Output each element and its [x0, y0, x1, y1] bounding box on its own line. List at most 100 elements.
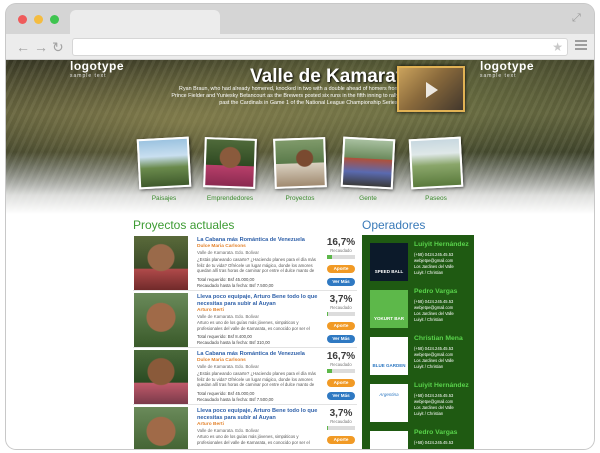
project-percent-label: Recaudado [330, 305, 352, 310]
operator-email[interactable]: webjetpe@gmail.com [414, 305, 453, 310]
logo-left-title: logotype [70, 60, 124, 73]
operator-place: Luiyit / Christian [414, 317, 444, 322]
back-arrow-icon[interactable]: ← [16, 39, 30, 55]
people-image [342, 138, 394, 188]
category-label-gente[interactable]: Gente [333, 195, 403, 202]
category-label-emprendedores[interactable]: Emprendedores [195, 195, 265, 202]
aporte-button[interactable]: Aporte [327, 379, 355, 387]
project-goal: Total requerido: Bsf 45.000,00 [197, 277, 255, 282]
project-title[interactable]: Lleva poco equipaje, Arturo Bene todo lo… [197, 294, 319, 308]
category-photo-proyectos[interactable] [273, 137, 327, 189]
category-photo-paisajes[interactable] [136, 136, 192, 190]
speed-ball-logo[interactable]: SPEED BALL [370, 243, 408, 281]
progress-fill [327, 369, 332, 373]
operator-address: Los Jardines del Valle [414, 405, 454, 410]
operators-panel: SPEED BALL Luiyit Hernández (+58) 0424.2… [362, 235, 474, 449]
project-card: Lleva poco equipaje, Arturo Bene todo lo… [133, 406, 357, 449]
close-window-button[interactable] [18, 15, 27, 24]
portrait-image [205, 139, 255, 187]
project-photo[interactable] [134, 350, 188, 404]
minimize-window-button[interactable] [34, 15, 43, 24]
video-thumbnail[interactable] [397, 66, 465, 112]
aporte-button[interactable]: Aporte [327, 436, 355, 444]
project-card: La Cabana más Romántica de Venezuela Dul… [133, 349, 357, 405]
project-title[interactable]: La Cabana más Romántica de Venezuela [197, 237, 319, 244]
operator-item[interactable]: Argentina Luiyit Hernández (+58) 0424.24… [362, 380, 474, 427]
operator-phone: (+58) 0424.245.45.53 [414, 252, 454, 257]
reload-icon[interactable]: ↻ [52, 39, 64, 55]
projects-list: La Cabana más Romántica de Venezuela Dul… [133, 235, 357, 449]
project-card: La Cabana más Romántica de Venezuela Dul… [133, 235, 357, 291]
operator-phone: (+58) 0424.245.45.53 [414, 299, 454, 304]
operator-name[interactable]: Luiyit Hernández [414, 241, 469, 248]
project-raised: Recaudado hasta la fecha: Bsf 7.500,00 [197, 397, 274, 402]
aporte-button[interactable]: Aporte [327, 265, 355, 273]
project-percent-label: Recaudado [330, 419, 352, 424]
landscape-image [138, 138, 190, 188]
project-text: Arturo es uno de los guías más jóvenes, … [197, 434, 310, 445]
browser-toolbar: ← → ↻ ★ [6, 34, 594, 60]
operator-logo[interactable] [370, 431, 408, 449]
project-author: Dulce Maria Carlsons [197, 358, 246, 363]
operator-name[interactable]: Luiyit Hernández [414, 382, 469, 389]
progress-fill [327, 255, 332, 259]
ver-mas-button[interactable]: Ver Más [327, 335, 355, 343]
operator-email[interactable]: webjetpe@gmail.com [414, 399, 453, 404]
operator-name[interactable]: Pedro Vargas [414, 429, 457, 436]
project-photo[interactable] [134, 407, 188, 449]
project-percent-label: Recaudado [330, 248, 352, 253]
project-percent: 3,7% [329, 408, 353, 419]
category-label-paisajes[interactable]: Paisajes [129, 195, 199, 202]
project-photo[interactable] [134, 293, 188, 347]
forward-arrow-icon[interactable]: → [34, 39, 48, 55]
project-progress-bar [327, 369, 355, 373]
address-bar[interactable]: ★ [72, 38, 568, 56]
operator-item[interactable]: SPEED BALL Luiyit Hernández (+58) 0424.2… [362, 239, 474, 286]
operator-item[interactable]: Pedro Vargas (+58) 0424.245.45.53 [362, 427, 474, 449]
logo-left[interactable]: logotype sample text [70, 60, 124, 79]
operator-name[interactable]: Christian Mena [414, 335, 463, 342]
argentina-logo[interactable]: Argentina [370, 384, 408, 422]
operator-name[interactable]: Pedro Vargas [414, 288, 457, 295]
fullscreen-icon[interactable]: ⤢ [572, 12, 584, 24]
bookmark-star-icon[interactable]: ★ [552, 39, 563, 55]
category-label-paseos[interactable]: Paseos [401, 195, 471, 202]
ver-mas-button[interactable]: Ver Más [327, 392, 355, 400]
maximize-window-button[interactable] [50, 15, 59, 24]
project-percent-label: Recaudado [330, 362, 352, 367]
project-author: Dulce Maria Carlsons [197, 244, 246, 249]
project-goal: Total requerido: Bsf 8.400,00 [197, 334, 252, 339]
project-author: Arturo Berti [197, 308, 224, 313]
play-icon[interactable] [426, 82, 438, 98]
logo-right-title: logotype [480, 60, 534, 73]
operator-logo-text: Argentina [379, 392, 399, 397]
category-photo-emprendedores[interactable] [203, 137, 257, 189]
project-place: Valle de Kamarata. Edo. Bolivar [197, 428, 259, 433]
project-text: ¿Estás planeando casarte? ¿Haciendo plan… [197, 257, 316, 274]
operator-item[interactable]: YOKURT BAR Pedro Vargas (+58) 0424.245.4… [362, 286, 474, 333]
ver-mas-button[interactable]: Ver Más [327, 278, 355, 286]
operator-phone: (+58) 0424.245.45.53 [414, 440, 454, 445]
browser-menu-icon[interactable] [575, 40, 587, 50]
page-viewport: logotype sample text logotype sample tex… [6, 60, 594, 449]
blue-garden-logo[interactable]: BLUE GARDEN [370, 337, 408, 375]
aporte-button[interactable]: Aporte [327, 322, 355, 330]
category-photo-paseos[interactable] [408, 136, 464, 190]
progress-fill [327, 426, 329, 430]
operator-logo-text: BLUE GARDEN [372, 363, 406, 368]
project-title[interactable]: Lleva poco equipaje, Arturo Bene todo lo… [197, 408, 319, 422]
category-label-proyectos[interactable]: Proyectos [265, 195, 335, 202]
project-progress-bar [327, 426, 355, 430]
yokurt-bar-logo[interactable]: YOKURT BAR [370, 290, 408, 328]
group-image [275, 139, 325, 187]
project-photo[interactable] [134, 236, 188, 290]
project-percent: 3,7% [329, 294, 353, 305]
project-percent: 16,7% [326, 237, 356, 248]
operator-email[interactable]: webjetpe@gmail.com [414, 352, 453, 357]
operator-email[interactable]: webjetpe@gmail.com [414, 258, 453, 263]
category-photo-gente[interactable] [340, 136, 396, 190]
logo-right[interactable]: logotype sample text [480, 60, 534, 79]
operator-item[interactable]: BLUE GARDEN Christian Mena (+58) 0424.24… [362, 333, 474, 380]
project-title[interactable]: La Cabana más Romántica de Venezuela [197, 351, 319, 358]
operator-logo-text: SPEED BALL [374, 269, 404, 274]
